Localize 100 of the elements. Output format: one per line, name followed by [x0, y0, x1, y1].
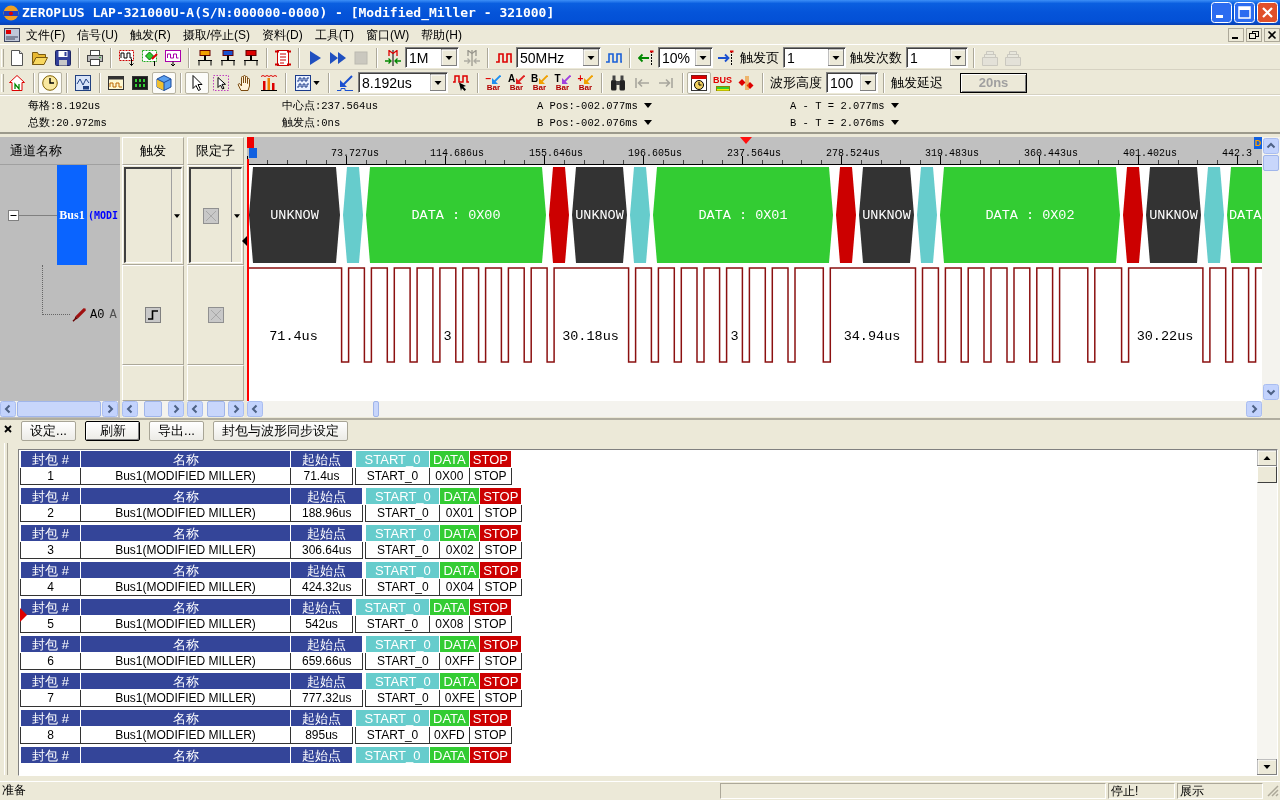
caret-icon[interactable]: [173, 213, 180, 218]
list-icon[interactable]: [274, 49, 291, 66]
down-arrow-icon[interactable]: [1257, 759, 1277, 775]
caret-icon[interactable]: [643, 103, 652, 108]
dropdown-arrow-icon[interactable]: [583, 49, 599, 66]
maximize-icon[interactable]: [1234, 2, 1255, 23]
menu-item[interactable]: 触发(R): [124, 25, 177, 44]
cursor-bar-button[interactable]: − Bar: [482, 71, 505, 94]
digit-grid-icon[interactable]: [132, 74, 148, 91]
bus-bar-icon: [715, 85, 730, 91]
crossed-box-icon[interactable]: [207, 307, 224, 323]
selection-pointer-icon[interactable]: [213, 74, 229, 91]
vertical-scrollbar[interactable]: [1257, 450, 1277, 775]
cursor-bar-button[interactable]: A Bar: [505, 71, 528, 94]
close-icon[interactable]: [1264, 27, 1280, 42]
column-header: 名称: [80, 487, 291, 505]
menu-item[interactable]: 信号(U): [71, 25, 124, 44]
horizontal-scrollbar[interactable]: [122, 401, 184, 417]
caret-icon[interactable]: [890, 120, 899, 125]
menu-item[interactable]: 工具(T): [308, 25, 360, 44]
up-arrow-icon[interactable]: [1257, 450, 1277, 466]
scrollbar-thumb[interactable]: [17, 401, 101, 417]
caret-icon[interactable]: [233, 213, 240, 218]
dropdown-arrow-icon[interactable]: [950, 49, 966, 66]
bar-chart-icon[interactable]: [261, 74, 277, 91]
probe-icon[interactable]: [242, 49, 259, 66]
caret-icon[interactable]: [890, 103, 899, 108]
diamond-icon[interactable]: [141, 49, 158, 66]
cursor-bar-button[interactable]: T Bar: [551, 71, 574, 94]
dropdown-arrow-icon[interactable]: [441, 49, 457, 66]
binoculars-icon[interactable]: [610, 74, 626, 91]
save-icon[interactable]: [54, 49, 71, 66]
vertical-scrollbar[interactable]: [1262, 137, 1280, 400]
horizontal-scrollbar[interactable]: [247, 401, 1262, 417]
cursor-bar-button[interactable]: + Bar: [574, 71, 597, 94]
crossed-box-icon[interactable]: [203, 207, 219, 224]
waveform-window-icon[interactable]: [108, 74, 124, 91]
column-header[interactable]: 限定子: [187, 137, 244, 165]
diamond-pair-icon[interactable]: [738, 74, 754, 91]
collapse-icon[interactable]: [8, 209, 19, 221]
arrow-right-icon[interactable]: [717, 49, 734, 66]
dropdown-field[interactable]: 1: [906, 47, 968, 68]
waveform-window-icon[interactable]: [294, 74, 311, 91]
open-folder-icon[interactable]: [31, 49, 48, 66]
menu-item[interactable]: 资料(D): [256, 25, 309, 44]
center-marker-icon: [740, 137, 752, 144]
menu-item[interactable]: 窗口(W): [360, 25, 416, 44]
close-icon[interactable]: [4, 425, 12, 433]
dropdown-arrow-icon[interactable]: [828, 49, 844, 66]
horizontal-scrollbar[interactable]: [0, 401, 118, 417]
caret-icon[interactable]: [312, 80, 320, 85]
push-button[interactable]: 刷新: [85, 421, 140, 441]
scrollbar-thumb[interactable]: [1263, 155, 1279, 171]
minimize-icon[interactable]: [1228, 27, 1244, 42]
dropdown-field[interactable]: 8.192us: [358, 72, 448, 93]
hand-icon[interactable]: [237, 74, 253, 91]
menu-item[interactable]: 文件(F): [20, 25, 72, 44]
dropdown-arrow-icon[interactable]: [430, 74, 446, 91]
wave-pointer-icon[interactable]: [453, 74, 469, 91]
home-icon[interactable]: [9, 74, 25, 91]
collapse-arrow-icon[interactable]: [242, 236, 247, 246]
dropdown-arrow-icon[interactable]: [695, 49, 711, 66]
compress-arrows-icon[interactable]: [384, 49, 401, 66]
menu-item[interactable]: 帮助(H): [415, 25, 468, 44]
waveform-box-icon[interactable]: [118, 49, 135, 66]
time-tick-label: 114.686us: [430, 148, 484, 159]
fast-forward-icon[interactable]: [329, 49, 346, 66]
scrollbar-thumb[interactable]: [206, 401, 225, 417]
push-button[interactable]: 封包与波形同步设定: [213, 421, 348, 441]
arrow-icon[interactable]: [337, 74, 353, 91]
dropdown-field[interactable]: 1: [783, 47, 846, 68]
bus-button[interactable]: BUS: [711, 71, 734, 94]
horizontal-scrollbar[interactable]: [187, 401, 244, 417]
cursor-flag-icon[interactable]: [247, 137, 257, 158]
new-document-icon[interactable]: [8, 49, 25, 66]
dropdown-field[interactable]: 1M: [405, 47, 459, 68]
push-button[interactable]: 导出...: [149, 421, 204, 441]
readout-text: 每格:8.192us: [28, 98, 101, 113]
cursor-bar-button[interactable]: B Bar: [528, 71, 551, 94]
resize-grip-icon[interactable]: [1267, 784, 1279, 797]
scrollbar-thumb[interactable]: [144, 401, 162, 417]
caret-icon[interactable]: [643, 120, 652, 125]
push-button[interactable]: 设定...: [21, 421, 76, 441]
column-header[interactable]: 触发: [122, 137, 184, 165]
menu-item[interactable]: 摄取/停止(S): [176, 25, 256, 44]
dropdown-field[interactable]: 10%: [658, 47, 713, 68]
scrollbar-thumb[interactable]: [373, 401, 379, 417]
waveform-pin-icon[interactable]: [164, 49, 181, 66]
dropdown-arrow-icon[interactable]: [860, 74, 876, 91]
chart-window-icon[interactable]: [75, 74, 91, 91]
probe-icon[interactable]: [219, 49, 236, 66]
dropdown-field[interactable]: 50MHz: [516, 47, 601, 68]
arrow-left-icon[interactable]: [637, 49, 654, 66]
restore-icon[interactable]: [1246, 27, 1262, 42]
printer-icon[interactable]: [86, 49, 103, 66]
rising-edge-icon[interactable]: [145, 307, 161, 323]
probe-icon[interactable]: [72, 308, 86, 322]
bus-label[interactable]: Bus1: [57, 165, 87, 265]
probe-icon[interactable]: [196, 49, 213, 66]
dropdown-field[interactable]: 100: [826, 72, 878, 93]
